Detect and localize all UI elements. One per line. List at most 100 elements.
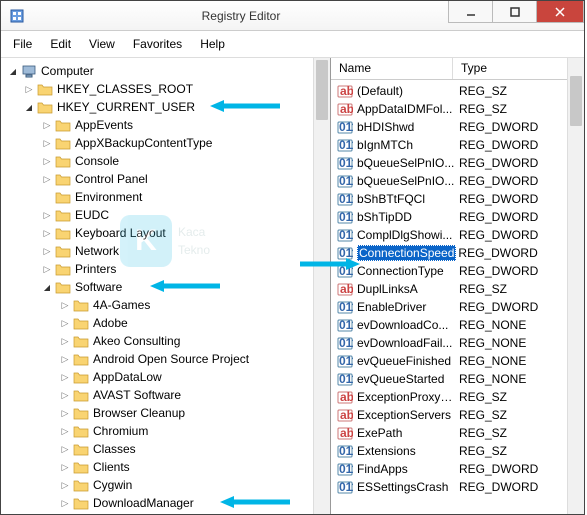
svg-text:011: 011 — [339, 462, 353, 476]
binary-value-icon: 011 — [337, 119, 353, 135]
tree-key[interactable]: Android Open Source Project — [5, 350, 330, 368]
folder-icon — [73, 423, 89, 439]
expander-closed-icon[interactable] — [41, 119, 53, 131]
expander-closed-icon[interactable] — [59, 443, 71, 455]
tree-key[interactable]: Classes — [5, 440, 330, 458]
value-row[interactable]: 011bQueueSelPnIO...REG_DWORD — [331, 172, 584, 190]
list-scrollbar[interactable] — [567, 58, 584, 514]
value-row[interactable]: 011evQueueStartedREG_NONE — [331, 370, 584, 388]
tree-key[interactable]: Akeo Consulting — [5, 332, 330, 350]
expander-closed-icon[interactable] — [59, 497, 71, 509]
expander-closed-icon[interactable] — [59, 389, 71, 401]
value-row[interactable]: 011ESSettingsCrashREG_DWORD — [331, 478, 584, 496]
list-header[interactable]: Name Type — [331, 58, 584, 80]
expander-closed-icon[interactable] — [41, 137, 53, 149]
expander-open-icon[interactable] — [7, 65, 19, 77]
tree-key[interactable]: Clients — [5, 458, 330, 476]
expander-closed-icon[interactable] — [59, 479, 71, 491]
expander-open-icon[interactable] — [41, 281, 53, 293]
value-type: REG_NONE — [457, 354, 526, 368]
expander-closed-icon[interactable] — [59, 407, 71, 419]
value-type: REG_DWORD — [457, 228, 538, 242]
value-row[interactable]: 011ConnectionTypeREG_DWORD — [331, 262, 584, 280]
expander-closed-icon[interactable] — [41, 227, 53, 239]
expander-closed-icon[interactable] — [41, 209, 53, 221]
value-row[interactable]: 011bShTipDDREG_DWORD — [331, 208, 584, 226]
value-row[interactable]: abExceptionServersREG_SZ — [331, 406, 584, 424]
list-pane[interactable]: Name Type ab(Default)REG_SZabAppDataIDMF… — [331, 58, 584, 514]
binary-value-icon: 011 — [337, 353, 353, 369]
value-row[interactable]: 011bShBTtFQClREG_DWORD — [331, 190, 584, 208]
expander-closed-icon[interactable] — [23, 83, 35, 95]
value-row[interactable]: 011bIgnMTChREG_DWORD — [331, 136, 584, 154]
svg-text:011: 011 — [339, 318, 353, 332]
tree-scrollbar[interactable] — [313, 58, 330, 514]
value-row[interactable]: abExceptionProxyS...REG_SZ — [331, 388, 584, 406]
value-row[interactable]: 011evDownloadFail...REG_NONE — [331, 334, 584, 352]
value-row[interactable]: 011evQueueFinishedREG_NONE — [331, 352, 584, 370]
value-type: REG_DWORD — [457, 192, 538, 206]
folder-icon — [73, 459, 89, 475]
col-name[interactable]: Name — [331, 58, 453, 79]
maximize-button[interactable] — [492, 1, 537, 23]
value-name: FindApps — [357, 462, 457, 476]
menu-help[interactable]: Help — [192, 33, 233, 55]
minimize-button[interactable] — [448, 1, 493, 23]
col-type[interactable]: Type — [453, 58, 584, 79]
tree-root[interactable]: Computer — [5, 62, 330, 80]
tree-key[interactable]: Browser Cleanup — [5, 404, 330, 422]
tree-key[interactable]: EUDC — [5, 206, 330, 224]
menu-edit[interactable]: Edit — [42, 33, 79, 55]
tree-key[interactable]: Chromium — [5, 422, 330, 440]
menu-file[interactable]: File — [5, 33, 40, 55]
value-row[interactable]: 011FindAppsREG_DWORD — [331, 460, 584, 478]
value-row[interactable]: 011ConnectionSpeedREG_DWORD — [331, 244, 584, 262]
tree-key[interactable]: Environment — [5, 188, 330, 206]
tree-key[interactable]: HKEY_CURRENT_USER — [5, 98, 330, 116]
value-row[interactable]: 011ComplDlgShowi...REG_DWORD — [331, 226, 584, 244]
tree-key[interactable]: Network — [5, 242, 330, 260]
expander-closed-icon[interactable] — [59, 335, 71, 347]
value-row[interactable]: ab(Default)REG_SZ — [331, 82, 584, 100]
expander-closed-icon[interactable] — [59, 317, 71, 329]
expander-closed-icon[interactable] — [41, 245, 53, 257]
close-button[interactable] — [536, 1, 584, 23]
menu-favorites[interactable]: Favorites — [125, 33, 190, 55]
expander-open-icon[interactable] — [23, 101, 35, 113]
expander-closed-icon[interactable] — [41, 263, 53, 275]
expander-closed-icon[interactable] — [59, 425, 71, 437]
tree-pane[interactable]: ComputerHKEY_CLASSES_ROOTHKEY_CURRENT_US… — [1, 58, 331, 514]
expander-closed-icon[interactable] — [59, 461, 71, 473]
expander-closed-icon[interactable] — [59, 371, 71, 383]
tree-key[interactable]: AVAST Software — [5, 386, 330, 404]
expander-closed-icon[interactable] — [41, 155, 53, 167]
value-row[interactable]: 011EnableDriverREG_DWORD — [331, 298, 584, 316]
expander-closed-icon[interactable] — [41, 173, 53, 185]
tree-key[interactable]: Cygwin — [5, 476, 330, 494]
tree-key[interactable]: DownloadManager — [5, 494, 330, 512]
tree-key[interactable]: AppXBackupContentType — [5, 134, 330, 152]
titlebar[interactable]: Registry Editor — [1, 1, 584, 31]
value-type: REG_SZ — [457, 426, 507, 440]
expander-closed-icon[interactable] — [59, 353, 71, 365]
value-row[interactable]: 011ExtensionsREG_SZ — [331, 442, 584, 460]
tree-key[interactable]: Software — [5, 278, 330, 296]
value-row[interactable]: abAppDataIDMFol...REG_SZ — [331, 100, 584, 118]
tree-key[interactable]: Console — [5, 152, 330, 170]
expander-closed-icon[interactable] — [59, 299, 71, 311]
tree-key[interactable]: Adobe — [5, 314, 330, 332]
value-name: (Default) — [357, 84, 457, 98]
tree-key[interactable]: Control Panel — [5, 170, 330, 188]
value-row[interactable]: 011evDownloadCo...REG_NONE — [331, 316, 584, 334]
value-row[interactable]: 011bHDIShwdREG_DWORD — [331, 118, 584, 136]
value-row[interactable]: 011bQueueSelPnIO...REG_DWORD — [331, 154, 584, 172]
value-row[interactable]: abDuplLinksAREG_SZ — [331, 280, 584, 298]
tree-key[interactable]: Keyboard Layout — [5, 224, 330, 242]
value-row[interactable]: abExePathREG_SZ — [331, 424, 584, 442]
tree-key[interactable]: AppDataLow — [5, 368, 330, 386]
tree-key[interactable]: HKEY_CLASSES_ROOT — [5, 80, 330, 98]
menu-view[interactable]: View — [81, 33, 123, 55]
tree-key[interactable]: Printers — [5, 260, 330, 278]
tree-key[interactable]: AppEvents — [5, 116, 330, 134]
tree-key[interactable]: 4A-Games — [5, 296, 330, 314]
